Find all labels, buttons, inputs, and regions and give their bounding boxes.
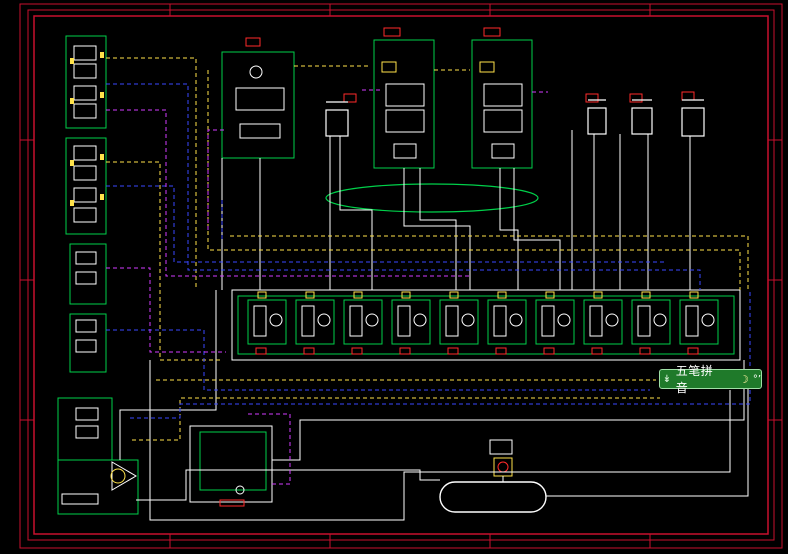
valve-port bbox=[593, 291, 603, 299]
tank-filter bbox=[489, 439, 513, 477]
valve-tag bbox=[399, 347, 411, 355]
pilot-lines bbox=[106, 83, 751, 419]
top-directional-valves bbox=[373, 39, 533, 169]
valve-relief bbox=[269, 313, 283, 327]
bottom-left-unit bbox=[57, 459, 139, 515]
valve-spool bbox=[349, 305, 363, 337]
valve-relief bbox=[413, 313, 427, 327]
valve-tag bbox=[543, 347, 555, 355]
valve-relief bbox=[701, 313, 715, 327]
valve-spool bbox=[253, 305, 267, 337]
valve-spool bbox=[637, 305, 651, 337]
left-valve-details bbox=[73, 45, 99, 439]
left-valve-markers bbox=[70, 52, 104, 206]
valve-tag bbox=[255, 347, 267, 355]
valve-port bbox=[353, 291, 363, 299]
ime-toolbar[interactable]: ↡ 五笔拼音 ☽ °’ bbox=[659, 364, 762, 395]
valve-tag bbox=[591, 347, 603, 355]
valve-port bbox=[257, 291, 267, 299]
valve-spool bbox=[301, 305, 315, 337]
valve-relief bbox=[317, 313, 331, 327]
valve-port bbox=[401, 291, 411, 299]
valve-relief bbox=[605, 313, 619, 327]
valve-spool bbox=[685, 305, 699, 337]
top-red-tags bbox=[245, 27, 695, 103]
valve-spool bbox=[589, 305, 603, 337]
valve-port bbox=[449, 291, 459, 299]
moon-icon[interactable]: ☽ bbox=[739, 373, 749, 386]
chevron-double-down-icon[interactable]: ↡ bbox=[660, 374, 674, 385]
hydraulic-tank bbox=[439, 481, 547, 513]
valve-port bbox=[305, 291, 315, 299]
valve-tag bbox=[495, 347, 507, 355]
pump-unit bbox=[189, 425, 273, 507]
valve-tag bbox=[687, 347, 699, 355]
ime-mode-label[interactable]: 五笔拼音 bbox=[674, 362, 731, 396]
valve-port bbox=[545, 291, 555, 299]
punctuation-icon[interactable]: °’ bbox=[753, 374, 761, 385]
valve-port bbox=[641, 291, 651, 299]
hydraulic-schematic-drawing bbox=[19, 3, 783, 549]
hydraulic-cylinders bbox=[325, 99, 705, 137]
connector-ellipse bbox=[325, 183, 539, 213]
pressure-lines bbox=[119, 130, 749, 521]
valve-spool bbox=[397, 305, 411, 337]
valve-spool bbox=[493, 305, 507, 337]
drain-lines bbox=[106, 89, 548, 485]
valve-relief bbox=[653, 313, 667, 327]
valve-tag bbox=[639, 347, 651, 355]
drawing-frame bbox=[19, 3, 783, 549]
valve-relief bbox=[509, 313, 523, 327]
valve-relief bbox=[365, 313, 379, 327]
valve-relief bbox=[557, 313, 571, 327]
valve-relief bbox=[461, 313, 475, 327]
top-pilot-block bbox=[221, 51, 295, 159]
valve-tag bbox=[303, 347, 315, 355]
valve-spool bbox=[445, 305, 459, 337]
frame-tick-marks bbox=[20, 4, 782, 548]
valve-port bbox=[497, 291, 507, 299]
valve-bank-sections bbox=[247, 291, 719, 355]
valve-tag bbox=[447, 347, 459, 355]
valve-port bbox=[689, 291, 699, 299]
valve-tag bbox=[351, 347, 363, 355]
valve-spool bbox=[541, 305, 555, 337]
